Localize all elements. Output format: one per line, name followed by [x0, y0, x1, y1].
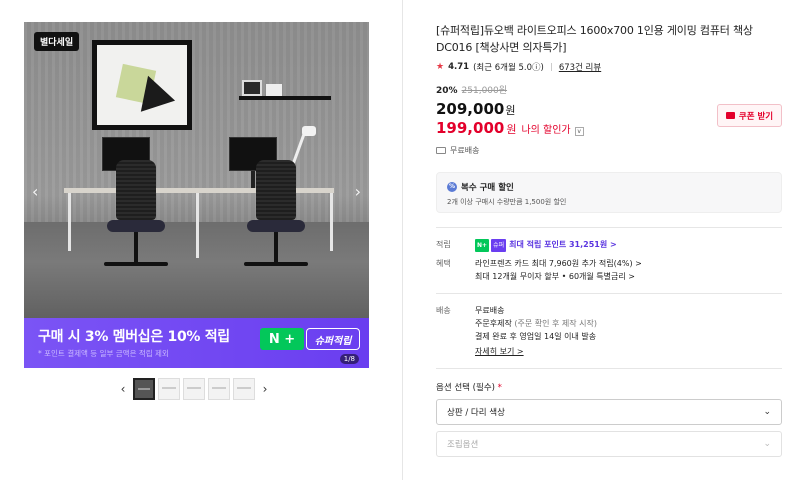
naver-plus-badge: N + [260, 328, 304, 350]
discount-rate: 20% [436, 86, 458, 96]
product-title: [슈퍼적립]듀오백 라이트오피스 1600x700 1인용 게이밍 컴퓨터 책상… [436, 24, 753, 54]
rating-row: ★ 4.71 (최근 6개월 5.0ⓘ) 673건 리뷰 [436, 61, 782, 73]
banner-subtitle: * 포인트 결제액 등 일부 금액은 적립 제외 [38, 349, 169, 358]
thumbnail[interactable] [133, 378, 155, 400]
delivery-row: 배송 무료배송 주문후제작 (주문 확인 후 제작 시작) 결제 완료 후 영업… [436, 306, 598, 358]
truck-icon [436, 147, 446, 154]
column-divider [402, 0, 403, 480]
sale-price: 199,000 [436, 119, 505, 137]
rating-value: 4.71 [448, 62, 470, 72]
thumb-next-icon[interactable]: › [258, 382, 272, 396]
discount-icon: % [447, 182, 457, 192]
delivery-free: 무료배송 [475, 306, 505, 315]
coupon-button[interactable]: 쿠폰 받기 [717, 104, 782, 127]
super-point-badge: 슈퍼적립 [306, 328, 360, 350]
product-page: 별다세일 ‹ › 구매 시 3% 멤버십은 10% 적립 * 포인트 결제액 등… [0, 0, 800, 480]
thumbnail-strip: ‹ › [116, 378, 272, 400]
banner-title: 구매 시 3% 멤버십은 10% 적립 [38, 329, 230, 345]
option-label: 옵션 선택 (필수) * [436, 383, 502, 393]
option-select-assembly[interactable]: 조립옵션 ⌄ [436, 431, 782, 457]
installment-link[interactable]: 최대 12개월 무이자 할부 • 60개월 특별금리 > [475, 270, 642, 283]
card-benefit-link[interactable]: 라인프렌즈 카드 최대 7,960원 추가 적립(4%) > [475, 257, 642, 270]
max-point-link[interactable]: 최대 적립 포인트 31,251원 > [509, 240, 617, 249]
sale-logo-badge: 별다세일 [34, 32, 80, 51]
promo-banner: 구매 시 3% 멤버십은 10% 적립 * 포인트 결제액 등 일부 금액은 적… [24, 318, 369, 368]
gallery-next-icon[interactable]: › [355, 182, 361, 201]
thumbnail[interactable] [233, 378, 255, 400]
thumbnail[interactable] [183, 378, 205, 400]
gallery-prev-icon[interactable]: ‹ [32, 182, 38, 201]
thumb-prev-icon[interactable]: ‹ [116, 382, 130, 396]
original-price-row: 20% 251,000원 [436, 83, 782, 96]
super-mini-badge: 슈퍼 [491, 239, 507, 252]
point-row: 적립 N+ 슈퍼 최대 적립 포인트 31,251원 > [436, 238, 782, 252]
shipping-summary: 무료배송 [436, 145, 782, 156]
star-icon: ★ [436, 62, 445, 72]
delivery-made-to-order: 주문후제작 [475, 319, 512, 328]
thumbnail[interactable] [158, 378, 180, 400]
original-price: 251,000원 [461, 86, 508, 96]
delivery-detail-link[interactable]: 자세히 보기 > [475, 345, 597, 358]
multi-title: 복수 구매 할인 [461, 183, 514, 193]
multi-purchase-discount-box: % 복수 구매 할인 2개 이상 구매시 수량만큼 1,500원 할인 [436, 172, 782, 213]
product-image-gallery[interactable]: 별다세일 ‹ › 구매 시 3% 멤버십은 10% 적립 * 포인트 결제액 등… [24, 22, 369, 368]
review-count-link[interactable]: 673건 리뷰 [559, 61, 601, 73]
coupon-icon [725, 112, 735, 119]
thumbnail[interactable] [208, 378, 230, 400]
image-counter: 1/8 [339, 354, 359, 364]
rating-note: (최근 6개월 5.0ⓘ) [473, 63, 544, 73]
chevron-down-icon[interactable]: v [574, 127, 584, 136]
my-sale-label: 나의 할인가 [521, 125, 571, 136]
delivery-ship-time: 결제 완료 후 영업일 14일 이내 발송 [475, 332, 597, 341]
product-info: [슈퍼적립]듀오백 라이트오피스 1600x700 1인용 게이밍 컴퓨터 책상… [436, 22, 782, 457]
product-photo [24, 22, 369, 368]
chevron-down-icon: ⌄ [763, 407, 771, 417]
wall-art [92, 40, 192, 130]
naver-plus-mini-badge: N+ [475, 239, 490, 252]
price: 209,000 [436, 100, 505, 118]
benefit-row: 혜택 라인프렌즈 카드 최대 7,960원 추가 적립(4%) > 최대 12개… [436, 257, 642, 283]
multi-desc: 2개 이상 구매시 수량만큼 1,500원 할인 [447, 198, 567, 206]
option-select-color[interactable]: 상판 / 다리 색상 ⌄ [436, 399, 782, 425]
chevron-down-icon: ⌄ [763, 439, 771, 449]
